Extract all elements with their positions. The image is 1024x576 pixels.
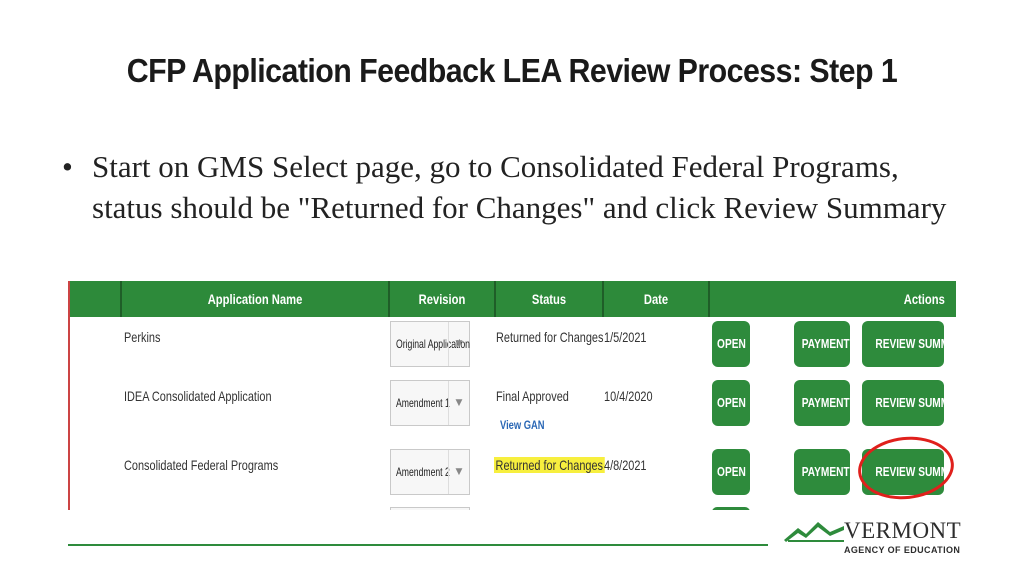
payments-button-label: PAYMENTS [801, 395, 850, 410]
review-summary-button-label: REVIEW SUMMARY [875, 336, 944, 351]
row-date: 1/5/2021 [604, 329, 647, 345]
review-summary-button[interactable]: REVIEW SUMMARY [862, 380, 944, 426]
header-date: Date [643, 291, 669, 307]
footer-rule [68, 544, 768, 546]
bullet-text: Start on GMS Select page, go to Consolid… [92, 149, 947, 225]
revision-select[interactable]: Amendment 2 ▼ [390, 449, 470, 495]
header-application-name: Application Name [207, 291, 303, 307]
revision-select[interactable]: Amendment 1 ▼ [390, 380, 470, 426]
chevron-down-icon: ▼ [448, 322, 469, 366]
row-date: 4/8/2021 [604, 457, 647, 473]
open-button-label: OPEN [716, 464, 746, 479]
header-divider [602, 281, 604, 317]
chevron-down-icon: ▼ [448, 450, 469, 494]
row-status: Returned for Changes [494, 457, 605, 473]
payments-button[interactable]: PAYMENTS [794, 321, 850, 367]
review-summary-button[interactable]: REVIEW SUMMARY [862, 321, 944, 367]
header-divider [708, 281, 710, 317]
open-button[interactable]: OPEN [712, 380, 750, 426]
header-divider [494, 281, 496, 317]
row-status: Returned for Changes [496, 329, 604, 345]
open-button[interactable]: OPEN [712, 321, 750, 367]
payments-button-label: PAYMENTS [801, 336, 850, 351]
open-button-partial[interactable] [712, 507, 750, 510]
header-actions: Actions [903, 291, 945, 307]
header-status: Status [531, 291, 567, 307]
status-highlight: Returned for Changes [494, 457, 605, 473]
payments-button-label: PAYMENTS [801, 464, 850, 479]
payments-button[interactable]: PAYMENTS [794, 449, 850, 495]
review-summary-button-label: REVIEW SUMMARY [875, 395, 944, 410]
applications-table-screenshot: Application Name Revision Status Date Ac… [68, 281, 956, 510]
header-divider [120, 281, 122, 317]
row-application-name[interactable]: IDEA Consolidated Application [124, 388, 272, 404]
open-button[interactable]: OPEN [712, 449, 750, 495]
revision-select-value: Amendment 2 [396, 465, 450, 479]
row-status: Final Approved [496, 388, 569, 404]
slide-title: CFP Application Feedback LEA Review Proc… [126, 52, 898, 89]
table-header: Application Name Revision Status Date Ac… [70, 281, 956, 317]
view-gan-link[interactable]: View GAN [500, 418, 545, 432]
payments-button[interactable]: PAYMENTS [794, 380, 850, 426]
open-button-label: OPEN [716, 336, 746, 351]
row-application-name[interactable]: Perkins [124, 329, 160, 345]
revision-select[interactable]: Original Application ▼ [390, 321, 470, 367]
bullet-marker: • [62, 149, 73, 184]
mountain-logo-icon [784, 522, 844, 542]
instruction-bullet: • Start on GMS Select page, go to Consol… [62, 146, 952, 228]
revision-select-value: Amendment 1 [396, 396, 450, 410]
logo-name: VERMONT [844, 518, 962, 543]
header-revision: Revision [418, 291, 466, 307]
row-application-name[interactable]: Consolidated Federal Programs [124, 457, 278, 473]
row-date: 10/4/2020 [604, 388, 653, 404]
open-button-label: OPEN [716, 395, 746, 410]
vermont-aoe-logo: VERMONT AGENCY OF EDUCATION [784, 518, 966, 560]
chevron-down-icon: ▼ [448, 381, 469, 425]
revision-select-partial[interactable] [390, 507, 470, 510]
logo-subtitle: AGENCY OF EDUCATION [844, 545, 961, 555]
header-divider [388, 281, 390, 317]
